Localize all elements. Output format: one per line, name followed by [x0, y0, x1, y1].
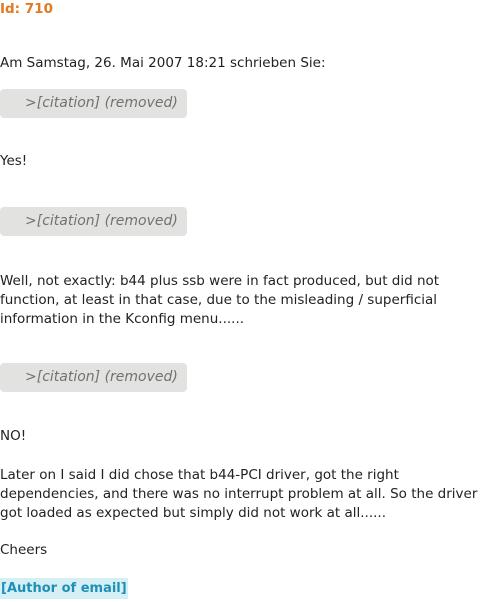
- reply-text-2: Well, not exactly: b44 plus ssb were in …: [0, 273, 440, 327]
- reply-text-4: Later on I said I did chose that b44-PCI…: [0, 467, 478, 521]
- citation-removed-block-3: >[citation] (removed): [0, 363, 187, 392]
- email-id-label: Id: 710: [0, 1, 53, 17]
- sign-off-text: Cheers: [0, 542, 48, 558]
- citation-removed-block-2: >[citation] (removed): [0, 207, 187, 236]
- author-of-email-link[interactable]: [Author of email]: [0, 578, 128, 599]
- email-intro-line: Am Samstag, 26. Mai 2007 18:21 schrieben…: [0, 55, 326, 71]
- reply-text-3: NO!: [0, 428, 27, 444]
- citation-removed-block-1: >[citation] (removed): [0, 89, 187, 118]
- reply-text-1: Yes!: [0, 153, 28, 169]
